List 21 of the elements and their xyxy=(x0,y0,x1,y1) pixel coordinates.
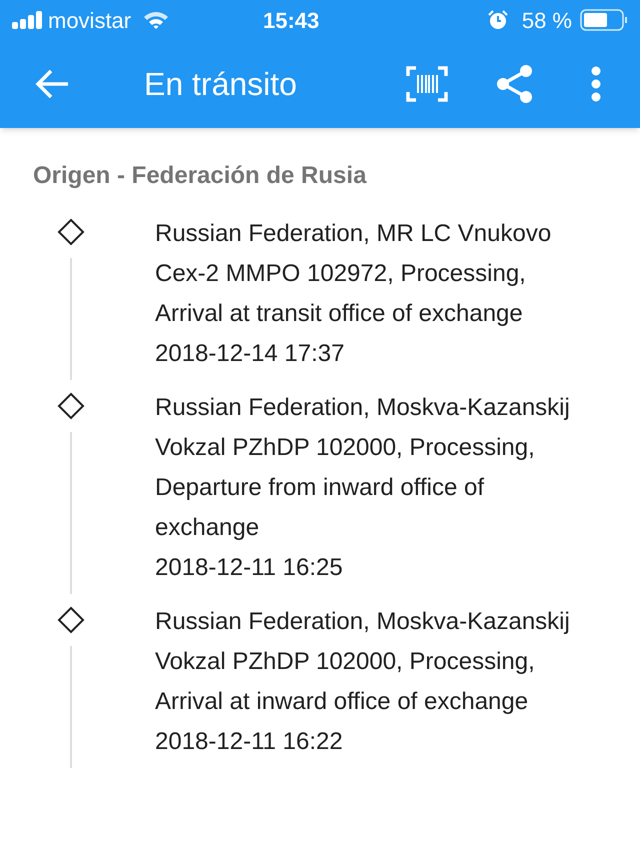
event-description: Russian Federation, MR LC Vnukovo Cex-2 MMPO 102972, Processing, Arrival at transit office of exchange xyxy=(155,219,552,329)
share-icon xyxy=(495,64,535,104)
event-datetime: 2018-12-11 16:25 xyxy=(155,553,344,583)
screen-title: En tránsito xyxy=(144,65,297,104)
diamond-marker-icon xyxy=(57,392,85,420)
event-datetime: 2018-12-14 17:37 xyxy=(155,339,346,369)
clock-time: 15:43 xyxy=(263,6,320,34)
alarm-icon xyxy=(488,10,508,30)
event-description: Russian Federation, Moskva-Kazanskij Vokzal PZhDP 102000, Processing, Departure from inward office of exchange xyxy=(155,393,571,543)
event-datetime: 2018-12-11 16:22 xyxy=(155,727,344,757)
barcode-scan-icon xyxy=(406,66,448,102)
section-heading: Origen - Federación de Rusia xyxy=(33,161,368,191)
more-vertical-icon xyxy=(591,66,601,102)
wifi-icon xyxy=(143,11,170,29)
battery-percent: 58 % xyxy=(522,6,572,34)
diamond-marker-icon xyxy=(57,218,85,246)
battery-icon xyxy=(580,9,628,31)
event-description: Russian Federation, Moskva-Kazanskij Vokzal PZhDP 102000, Processing, Arrival at inward office of exchange xyxy=(155,607,571,717)
carrier-name: movistar xyxy=(48,6,132,34)
back-arrow-icon xyxy=(35,69,69,99)
diamond-marker-icon xyxy=(57,606,85,634)
